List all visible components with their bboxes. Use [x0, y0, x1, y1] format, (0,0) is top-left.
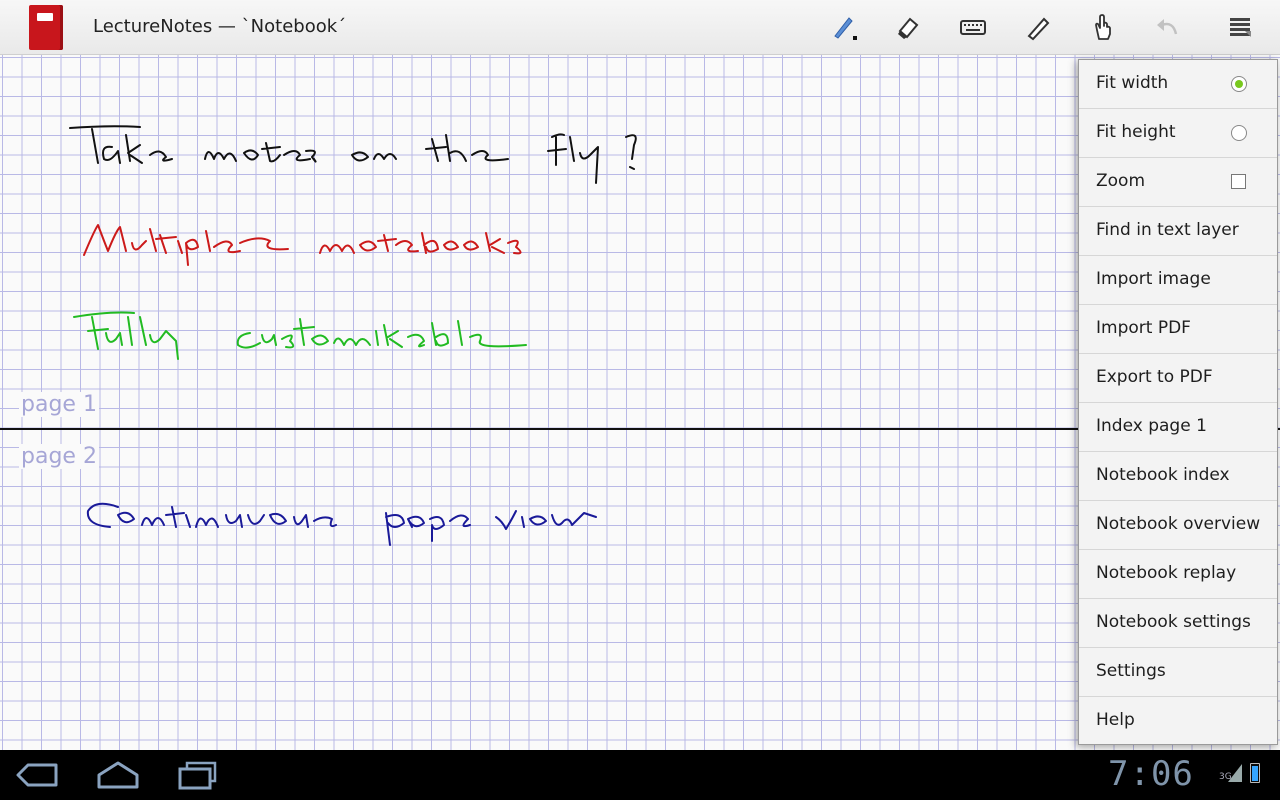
menu-item-label: Index page 1: [1096, 416, 1207, 436]
menu-item-export-to-pdf[interactable]: Export to PDF: [1079, 354, 1277, 403]
undo-icon[interactable]: [1151, 11, 1185, 43]
action-bar: LectureNotes — `Notebook´: [0, 0, 1280, 55]
overflow-menu-icon[interactable]: [1223, 11, 1257, 43]
menu-item-label: Export to PDF: [1096, 367, 1213, 387]
page-label-1: page 1: [19, 392, 99, 417]
menu-item-label: Find in text layer: [1096, 220, 1239, 240]
menu-item-label: Fit height: [1096, 122, 1176, 142]
signal-strength-icon: [1228, 764, 1242, 782]
menu-item-notebook-settings[interactable]: Notebook settings: [1079, 599, 1277, 648]
menu-item-label: Settings: [1096, 661, 1166, 681]
menu-item-label: Zoom: [1096, 171, 1146, 191]
menu-item-label: Help: [1096, 710, 1135, 730]
menu-item-notebook-replay[interactable]: Notebook replay: [1079, 550, 1277, 599]
system-bar: 7:06 3G: [0, 750, 1280, 800]
recent-apps-icon[interactable]: [175, 759, 221, 791]
menu-item-label: Notebook replay: [1096, 563, 1237, 583]
menu-item-label: Import image: [1096, 269, 1211, 289]
ink-line-multiple-notebooks: [83, 224, 522, 266]
menu-item-fit-width[interactable]: Fit width: [1079, 60, 1277, 109]
checkbox-unchecked-icon[interactable]: [1231, 174, 1246, 189]
radio-checked-icon[interactable]: [1231, 76, 1247, 92]
menu-item-label: Notebook index: [1096, 465, 1230, 485]
menu-item-import-image[interactable]: Import image: [1079, 256, 1277, 305]
menu-item-label: Notebook settings: [1096, 612, 1251, 632]
menu-item-label: Notebook overview: [1096, 514, 1261, 534]
menu-item-settings[interactable]: Settings: [1079, 648, 1277, 697]
menu-item-zoom[interactable]: Zoom: [1079, 158, 1277, 207]
radio-unchecked-icon[interactable]: [1231, 125, 1247, 141]
menu-item-label: Fit width: [1096, 73, 1169, 93]
keyboard-icon[interactable]: [956, 11, 990, 43]
eraser-icon[interactable]: [891, 11, 925, 43]
menu-item-label: Import PDF: [1096, 318, 1191, 338]
back-icon[interactable]: [14, 759, 60, 791]
ink-line-continuous-page-view: [86, 502, 597, 546]
ink-line-fully-customizable: [73, 311, 527, 360]
menu-item-help[interactable]: Help: [1079, 697, 1277, 746]
status-clock[interactable]: 7:06: [1108, 754, 1194, 794]
pen-icon[interactable]: [827, 11, 861, 43]
ink-line-take-notes: [69, 125, 637, 184]
menu-item-notebook-overview[interactable]: Notebook overview: [1079, 501, 1277, 550]
hand-icon[interactable]: [1086, 11, 1120, 43]
overflow-menu: Fit width Fit height Zoom Find in text l…: [1078, 59, 1278, 745]
notebook-app-icon[interactable]: [29, 5, 63, 50]
home-icon[interactable]: [95, 759, 141, 791]
window-title: LectureNotes — `Notebook´: [93, 16, 347, 37]
battery-icon: [1250, 763, 1260, 783]
menu-item-import-pdf[interactable]: Import PDF: [1079, 305, 1277, 354]
page-label-2: page 2: [19, 444, 99, 469]
pencil-icon[interactable]: [1021, 11, 1055, 43]
menu-item-fit-height[interactable]: Fit height: [1079, 109, 1277, 158]
menu-item-index-page[interactable]: Index page 1: [1079, 403, 1277, 452]
menu-item-notebook-index[interactable]: Notebook index: [1079, 452, 1277, 501]
menu-item-find-in-text-layer[interactable]: Find in text layer: [1079, 207, 1277, 256]
